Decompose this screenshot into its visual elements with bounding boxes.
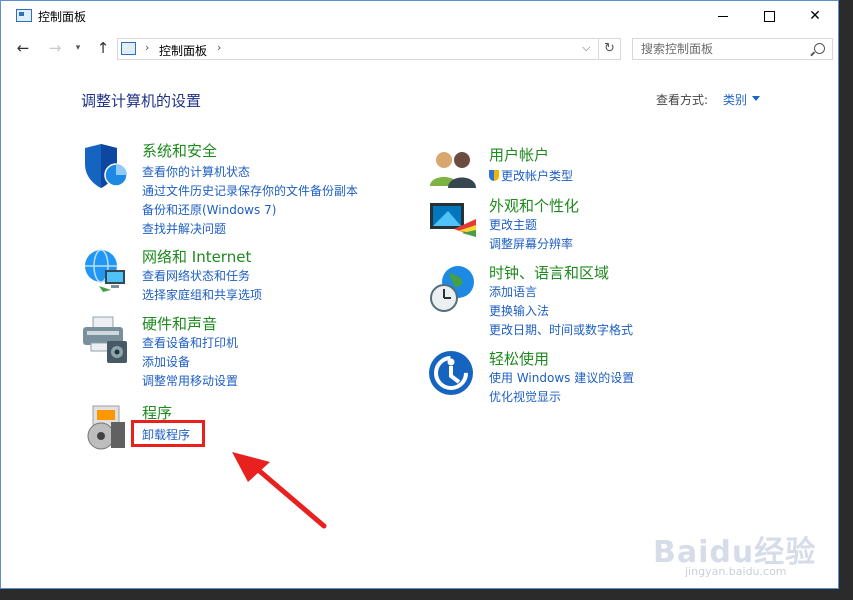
link-add-device[interactable]: 添加设备: [142, 353, 190, 370]
link-change-account-type[interactable]: 更改帐户类型: [489, 167, 573, 184]
up-button[interactable]: ↑: [93, 38, 113, 58]
category-title[interactable]: 时钟、语言和区域: [489, 262, 609, 283]
category-title[interactable]: 外观和个性化: [489, 195, 579, 216]
search-icon[interactable]: [814, 43, 825, 54]
forward-button[interactable]: →: [45, 38, 65, 58]
shield-icon[interactable]: [81, 142, 131, 192]
search-input[interactable]: [633, 39, 811, 59]
title-bar[interactable]: 控制面板 ✕: [1, 1, 838, 31]
window-title: 控制面板: [38, 10, 87, 24]
close-button[interactable]: ✕: [792, 1, 838, 31]
minimize-icon: [718, 15, 728, 17]
highlight-box: [131, 420, 205, 447]
maximize-icon: [763, 10, 775, 22]
close-icon: ✕: [809, 8, 821, 24]
category-title[interactable]: 网络和 Internet: [142, 246, 251, 267]
link-add-language[interactable]: 添加语言: [489, 283, 537, 300]
link-troubleshoot[interactable]: 查找并解决问题: [142, 220, 226, 237]
link-backup-restore[interactable]: 备份和还原(Windows 7): [142, 201, 276, 218]
category-title[interactable]: 系统和安全: [142, 140, 217, 161]
link-date-time-format[interactable]: 更改日期、时间或数字格式: [489, 321, 633, 338]
link-optimize-visual-display[interactable]: 优化视觉显示: [489, 388, 561, 405]
printer-icon[interactable]: [81, 315, 131, 365]
ease-of-access-icon[interactable]: [428, 350, 478, 400]
user-accounts-icon[interactable]: [428, 146, 478, 196]
control-panel-icon: [121, 42, 136, 55]
uac-shield-icon: [489, 170, 499, 181]
link-mobility-settings[interactable]: 调整常用移动设置: [142, 372, 238, 389]
watermark-url: jingyan.baidu.com: [685, 565, 787, 578]
refresh-button[interactable]: ↻: [599, 38, 621, 60]
link-file-history-backup[interactable]: 通过文件历史记录保存你的文件备份副本: [142, 182, 358, 199]
category-title[interactable]: 轻松使用: [489, 348, 549, 369]
back-button[interactable]: ←: [13, 38, 33, 58]
link-network-status[interactable]: 查看网络状态和任务: [142, 267, 250, 284]
category-title[interactable]: 硬件和声音: [142, 313, 217, 334]
link-windows-recommended-settings[interactable]: 使用 Windows 建议的设置: [489, 369, 634, 386]
breadcrumb-control-panel[interactable]: 控制面板: [159, 42, 207, 59]
annotation-arrow-icon: [232, 452, 327, 529]
clock-globe-icon[interactable]: [428, 264, 478, 314]
control-panel-icon: [16, 9, 32, 22]
network-globe-icon[interactable]: [81, 248, 131, 298]
breadcrumb-chevron-icon[interactable]: ›: [217, 41, 221, 54]
link-screen-resolution[interactable]: 调整屏幕分辨率: [489, 235, 573, 252]
address-box[interactable]: › 控制面板 › ⌵: [117, 38, 599, 60]
recent-locations-button[interactable]: ▾: [68, 38, 88, 58]
page-title: 调整计算机的设置: [81, 92, 202, 110]
link-change-input-method[interactable]: 更换输入法: [489, 302, 549, 319]
minimize-button[interactable]: [700, 1, 746, 31]
chevron-down-icon[interactable]: [752, 96, 760, 101]
link-view-computer-status[interactable]: 查看你的计算机状态: [142, 163, 250, 180]
appearance-icon[interactable]: [428, 197, 478, 247]
maximize-button[interactable]: [746, 1, 792, 31]
category-title[interactable]: 用户帐户: [489, 144, 549, 165]
address-toolbar: ← → ▾ ↑ › 控制面板 › ⌵ ↻: [1, 35, 838, 63]
link-homegroup-sharing[interactable]: 选择家庭组和共享选项: [142, 286, 262, 303]
link-change-theme[interactable]: 更改主题: [489, 216, 537, 233]
view-by-label: 查看方式:: [656, 93, 709, 107]
control-panel-window: 控制面板 ✕ ← → ▾ ↑ › 控制面板 › ⌵ ↻ 调整计算机的设置 查看方…: [0, 0, 839, 589]
breadcrumb-chevron-icon[interactable]: ›: [145, 41, 149, 54]
view-by-dropdown[interactable]: 类别: [723, 91, 747, 108]
link-devices-printers[interactable]: 查看设备和打印机: [142, 334, 238, 351]
address-dropdown-icon[interactable]: ⌵: [582, 41, 590, 55]
link-label: 更改帐户类型: [501, 169, 574, 183]
search-box[interactable]: [632, 38, 833, 60]
programs-icon[interactable]: [81, 404, 131, 454]
